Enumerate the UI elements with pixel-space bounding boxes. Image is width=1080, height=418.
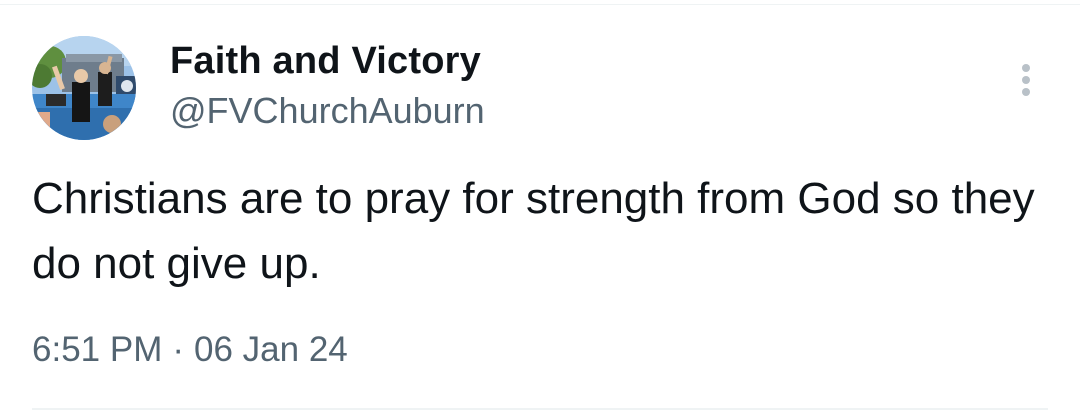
author-display-name[interactable]: Faith and Victory — [170, 40, 481, 83]
avatar[interactable] — [32, 36, 136, 140]
more-options-button[interactable] — [1008, 58, 1044, 102]
author-handle[interactable]: @FVChurchAuburn — [170, 90, 485, 132]
avatar-image — [32, 36, 136, 140]
more-vertical-icon — [1022, 64, 1030, 96]
meta-separator: · — [172, 330, 185, 369]
tweet-text: Christians are to pray for strength from… — [32, 174, 1035, 288]
tweet-time: 6:51 PM — [32, 330, 163, 369]
tweet-timestamp[interactable]: 6:51 PM · 06 Jan 24 — [32, 330, 348, 370]
bottom-divider — [32, 408, 1048, 410]
tweet-date: 06 Jan 24 — [194, 330, 348, 369]
tweet-card: Faith and Victory @FVChurchAuburn Christ… — [0, 0, 1080, 418]
